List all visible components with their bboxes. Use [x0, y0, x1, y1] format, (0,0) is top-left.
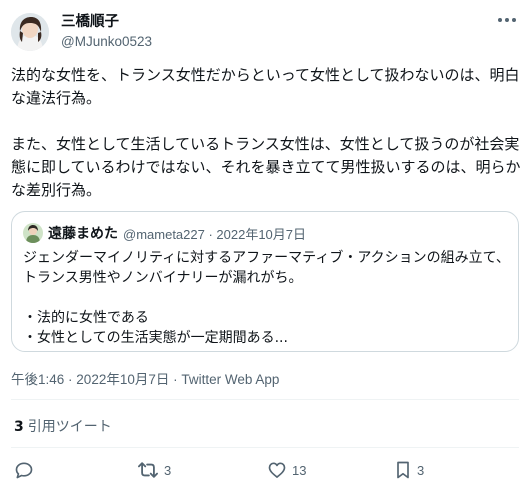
quoted-tweet-text: ジェンダーマイノリティに対するアファーマティブ・アクションの組み立て、トランス男…	[23, 248, 511, 348]
divider	[11, 399, 519, 400]
bookmark-button[interactable]: 3	[394, 460, 424, 480]
quoted-tweet-line	[23, 288, 511, 308]
tweet-paragraph: 法的な女性を、トランス女性だからといって女性として扱わないのは、明白な違法行為。	[11, 66, 520, 107]
quoted-tweet-card[interactable]: 遠藤まめた @mameta227 · 2022年10月7日 ジェンダーマイノリテ…	[11, 211, 519, 352]
retweet-button[interactable]: 3	[137, 460, 171, 480]
quote-tweets-link[interactable]: 3 引用ツイート	[14, 416, 112, 436]
tweet-source[interactable]: Twitter Web App	[181, 372, 279, 387]
quoted-author-meta: @mameta227 · 2022年10月7日	[123, 226, 307, 242]
retweet-icon	[138, 462, 158, 478]
author-display-name[interactable]: 三橋順子	[61, 13, 152, 32]
reply-button[interactable]	[14, 460, 39, 480]
divider	[11, 447, 519, 448]
tweet-date[interactable]: 2022年10月7日	[76, 372, 169, 387]
bookmark-icon	[397, 461, 409, 479]
tweet-time[interactable]: 午後1:46	[11, 372, 64, 387]
tweet-timestamp: 午後1:46 · 2022年10月7日 · Twitter Web App	[11, 372, 280, 387]
tweet-text: 法的な女性を、トランス女性だからといって女性として扱わないのは、明白な違法行為。…	[11, 64, 521, 202]
quoted-tweet-line: ・法的に女性である	[23, 310, 149, 326]
more-icon	[498, 18, 502, 22]
tweet-actions-bar: 3 13 3	[0, 460, 532, 486]
author-handle[interactable]: @MJunko0523	[61, 32, 152, 51]
like-button[interactable]: 13	[267, 460, 306, 480]
quoted-author-name: 遠藤まめた	[48, 226, 118, 242]
quoted-tweet-line: ・女性としての生活実態が一定期間ある...	[23, 330, 288, 346]
reply-icon	[15, 462, 33, 479]
quote-tweets-label: 引用ツイート	[27, 419, 112, 435]
like-count: 13	[292, 462, 307, 478]
tweet-paragraph: また、女性として生活しているトランス女性は、女性として扱うのが社会実態に即してい…	[11, 135, 521, 199]
quoted-author-avatar	[23, 223, 43, 243]
bookmark-count: 3	[417, 462, 425, 478]
quoted-tweet-line: ジェンダーマイノリティに対するアファーマティブ・アクションの組み立て、トランス男…	[23, 250, 510, 286]
quote-tweets-count: 3	[14, 419, 24, 435]
author-avatar[interactable]	[11, 13, 49, 51]
retweet-count: 3	[164, 462, 172, 478]
more-options-button[interactable]	[498, 18, 516, 22]
like-icon	[268, 462, 286, 478]
tweet-author: 三橋順子 @MJunko0523	[11, 13, 152, 51]
